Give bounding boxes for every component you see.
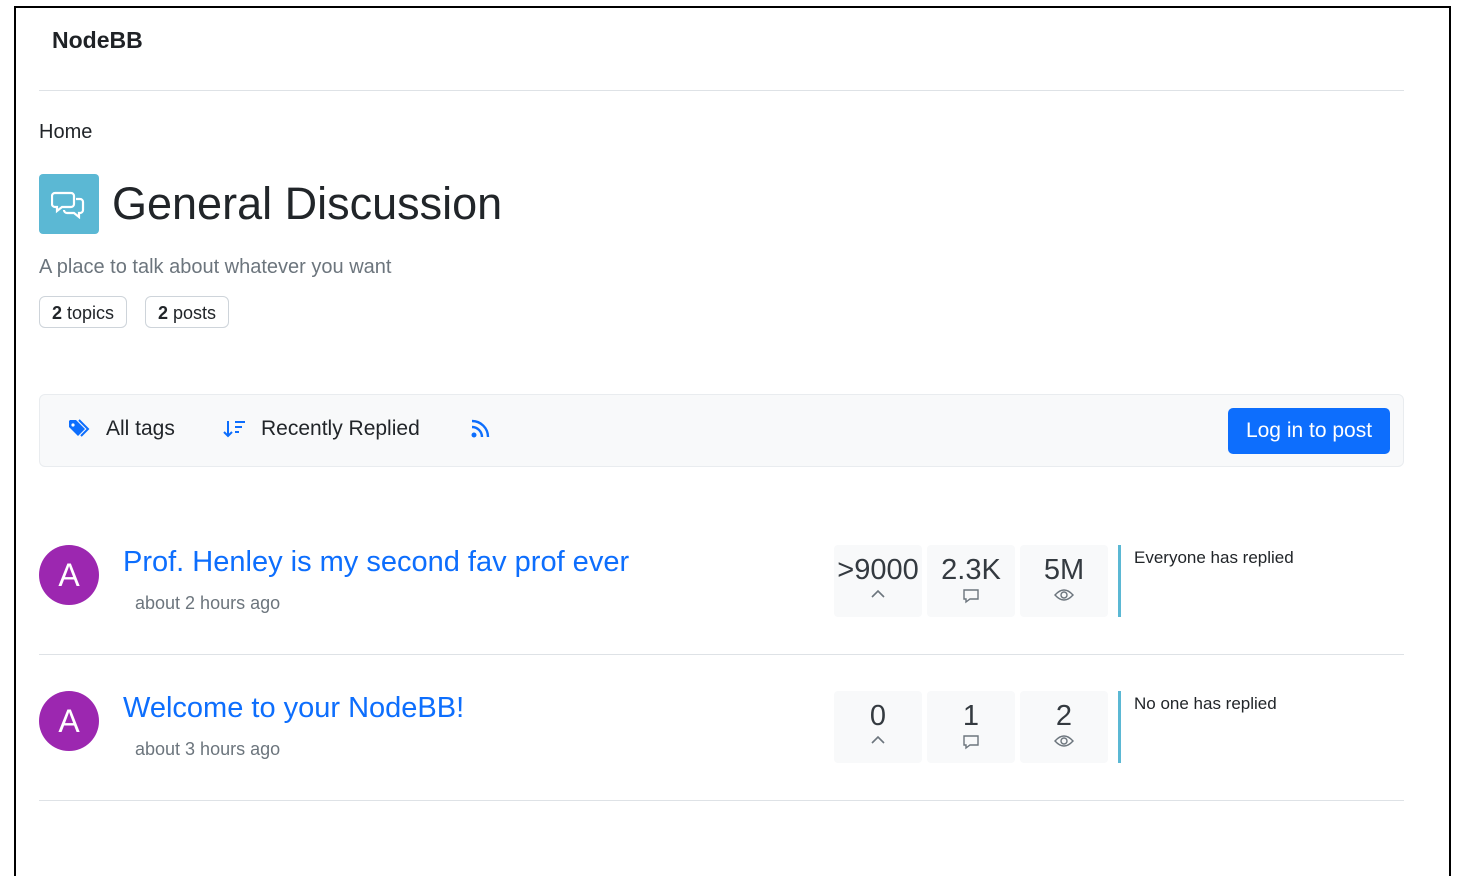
chevron-up-icon [871,735,885,744]
posts-count: 2 [158,303,169,323]
topics-count: 2 [52,303,63,323]
eye-icon [1054,589,1074,601]
message-icon [963,589,979,604]
topic-timestamp[interactable]: about 2 hours ago [135,593,280,614]
posts-count: 1 [962,700,980,732]
category-description: A place to talk about whatever you want [39,256,392,278]
category-toolbar: All tags Recently Replied [39,394,1404,467]
login-to-post-button[interactable]: Log in to post [1228,408,1390,454]
rss-feed-link[interactable] [470,417,506,439]
posts-stat: 2.3K [927,545,1015,617]
rss-icon [471,419,490,438]
sort-dropdown[interactable]: Recently Replied [223,417,420,441]
topic-title-link[interactable]: Prof. Henley is my second fav prof ever [123,546,629,579]
all-tags-label: All tags [106,417,175,440]
posts-count-badge: 2 posts [145,296,230,328]
posts-stat: 1 [927,691,1015,763]
topic-timestamp[interactable]: about 3 hours ago [135,739,280,760]
sort-icon [223,421,245,438]
eye-icon [1054,735,1074,747]
topics-label: topics [67,303,115,323]
votes-count: 0 [869,700,887,732]
sort-label: Recently Replied [261,417,420,440]
avatar[interactable]: A [39,545,99,605]
views-stat: 2 [1020,691,1108,763]
breadcrumb-home[interactable]: Home [39,121,92,144]
topic-divider [39,800,1404,801]
views-count: 5M [1043,554,1085,586]
avatar[interactable]: A [39,691,99,751]
views-count: 2 [1055,700,1073,732]
topic-divider [39,654,1404,655]
topic-title-link[interactable]: Welcome to your NodeBB! [123,692,464,725]
chevron-up-icon [871,589,885,598]
all-tags-button[interactable]: All tags [68,417,175,441]
teaser-text[interactable]: Everyone has replied [1134,548,1294,568]
votes-count: >9000 [837,554,919,586]
views-stat: 5M [1020,545,1108,617]
teaser-accent-bar [1118,691,1121,763]
tags-icon [69,419,90,437]
header-divider [39,90,1404,91]
posts-label: posts [173,303,217,323]
teaser-accent-bar [1118,545,1121,617]
page-title: General Discussion [112,178,503,229]
teaser-text[interactable]: No one has replied [1134,694,1277,714]
posts-count: 2.3K [941,554,1001,586]
comments-icon [39,174,99,234]
message-icon [963,735,979,750]
topics-count-badge: 2 topics [39,296,128,328]
votes-stat: 0 [834,691,922,763]
votes-stat: >9000 [834,545,922,617]
brand-logo[interactable]: NodeBB [52,27,143,54]
